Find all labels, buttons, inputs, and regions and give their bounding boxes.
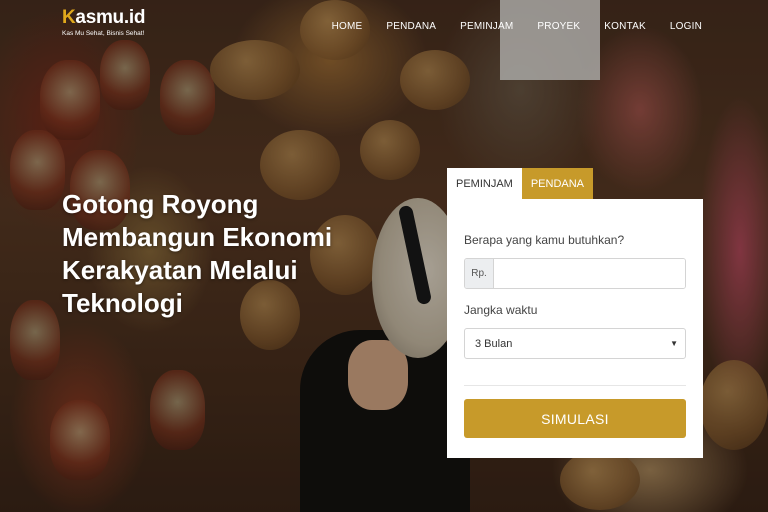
tab-peminjam[interactable]: PEMINJAM bbox=[447, 168, 522, 200]
caret-down-icon: ▼ bbox=[670, 339, 678, 348]
nav-home[interactable]: HOME bbox=[332, 21, 363, 32]
headline-line-1: Gotong Royong bbox=[62, 189, 259, 219]
duration-selected-value: 3 Bulan bbox=[475, 337, 513, 350]
brand-logo[interactable]: Kasmu.id Kas Mu Sehat, Bisnis Sehat! bbox=[62, 7, 145, 37]
headline-line-3: Kerakyatan Melalui bbox=[62, 255, 298, 285]
logo-tagline: Kas Mu Sehat, Bisnis Sehat! bbox=[62, 30, 145, 37]
duration-select[interactable]: 3 Bulan ▼ bbox=[464, 328, 686, 359]
currency-prefix: Rp. bbox=[465, 259, 494, 288]
top-navbar: Kasmu.id Kas Mu Sehat, Bisnis Sehat! HOM… bbox=[0, 0, 768, 56]
nav-login[interactable]: LOGIN bbox=[670, 21, 702, 32]
amount-input-group: Rp. bbox=[464, 258, 686, 289]
nav-peminjam[interactable]: PEMINJAM bbox=[460, 21, 513, 32]
nav-pendana[interactable]: PENDANA bbox=[386, 21, 436, 32]
form-divider bbox=[464, 385, 686, 386]
tab-pendana[interactable]: PENDANA bbox=[521, 168, 594, 200]
amount-input[interactable] bbox=[494, 259, 685, 288]
logo-wordmark: Kasmu.id bbox=[62, 7, 146, 28]
nav-proyek[interactable]: PROYEK bbox=[537, 21, 580, 32]
main-menu: HOME PENDANA PEMINJAM PROYEK KONTAK LOGI… bbox=[332, 21, 702, 32]
amount-label: Berapa yang kamu butuhkan? bbox=[464, 233, 625, 247]
simulate-button[interactable]: SIMULASI bbox=[464, 399, 686, 438]
duration-label: Jangka waktu bbox=[464, 303, 538, 317]
headline-line-2: Membangun Ekonomi bbox=[62, 222, 333, 252]
nav-kontak[interactable]: KONTAK bbox=[604, 21, 646, 32]
hero-headline: Gotong Royong Membangun Ekonomi Kerakyat… bbox=[62, 188, 362, 320]
headline-line-4: Teknologi bbox=[62, 288, 183, 318]
simulation-tabs: PEMINJAM PENDANA bbox=[447, 168, 594, 200]
loan-simulation-card: Berapa yang kamu butuhkan? Rp. Jangka wa… bbox=[447, 199, 703, 458]
